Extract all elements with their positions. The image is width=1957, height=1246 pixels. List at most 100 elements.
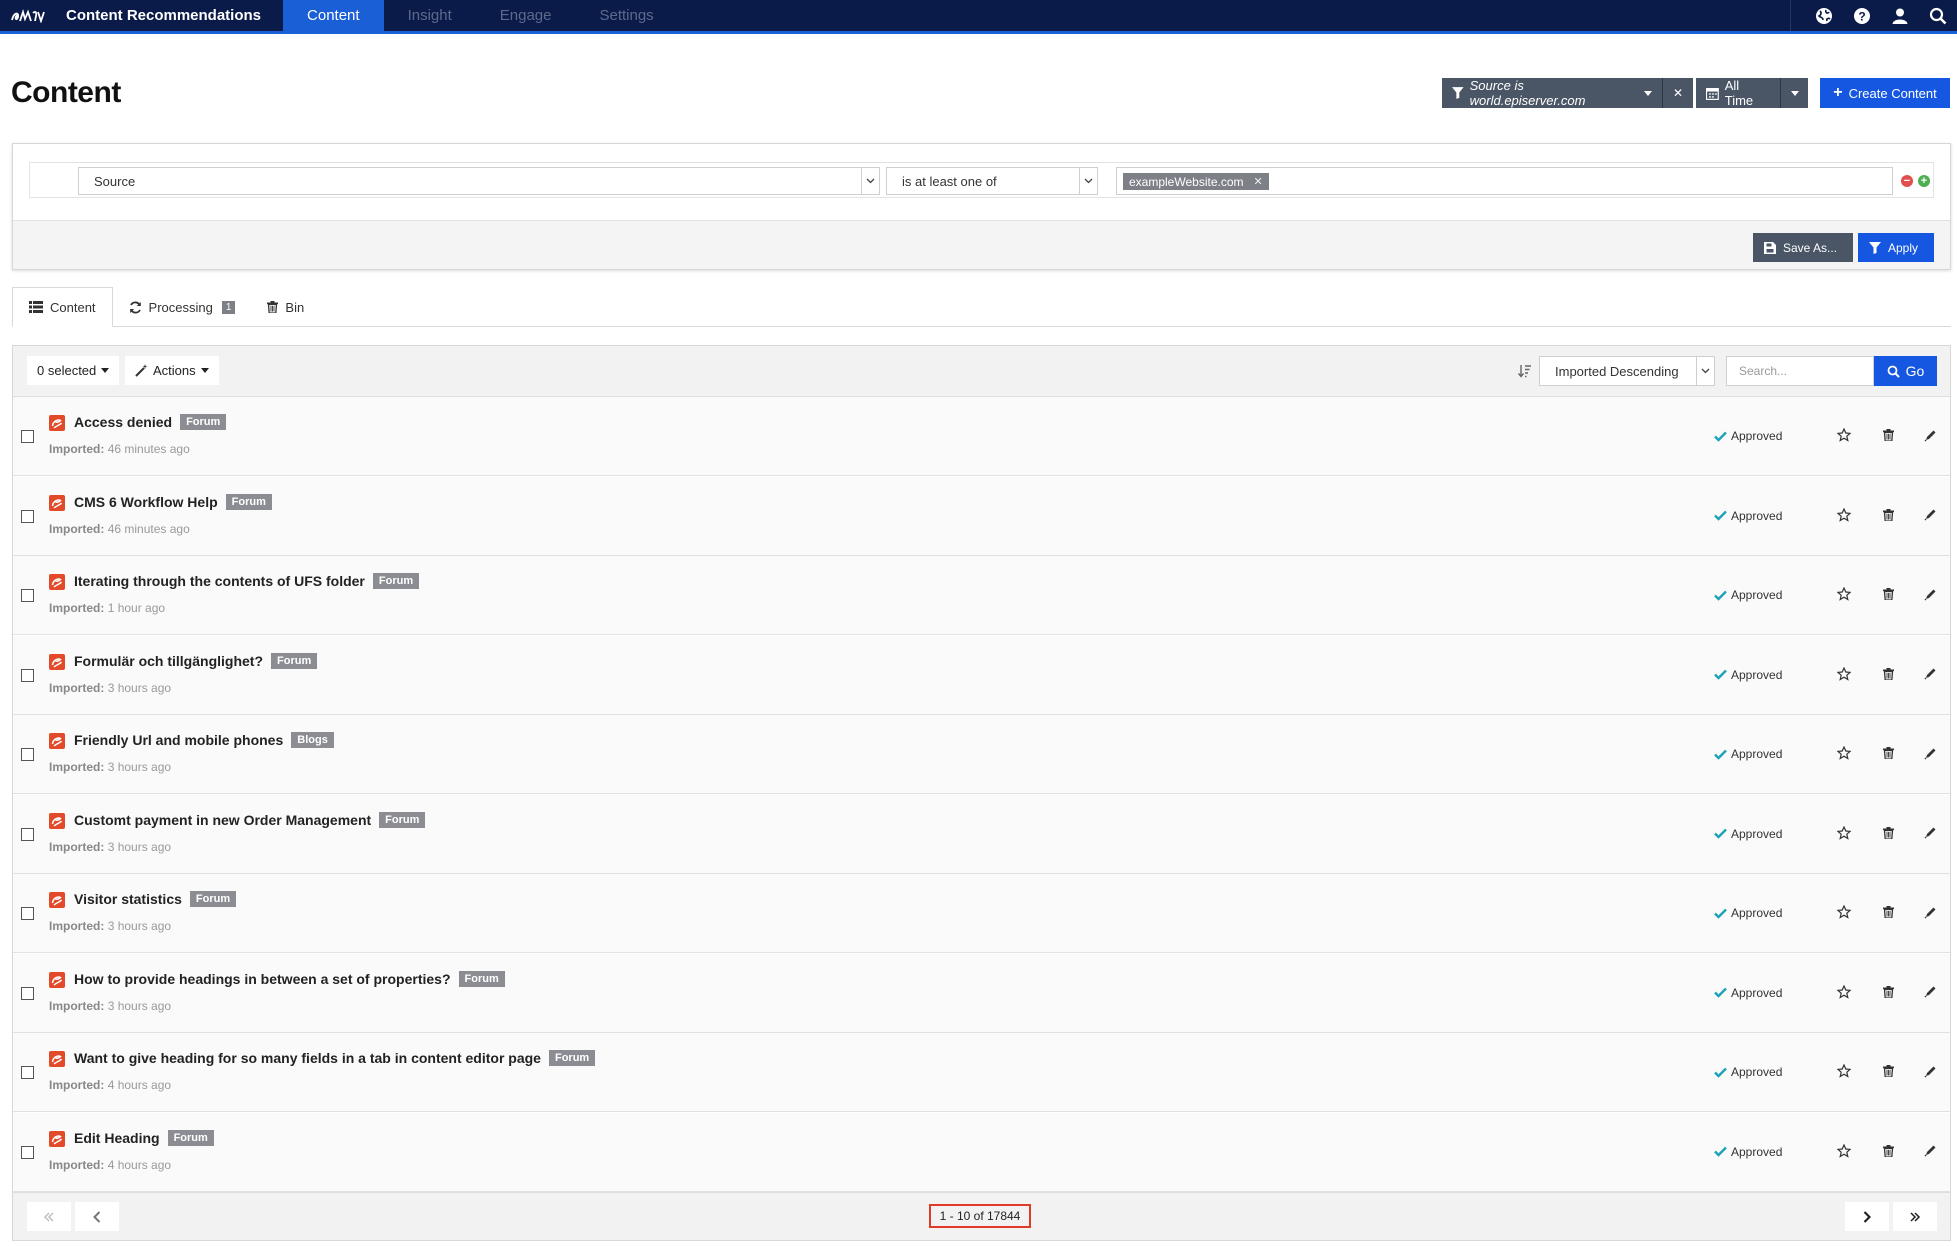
content-row[interactable]: CMS 6 Workflow Help Forum Imported: 46 m… <box>13 476 1950 556</box>
content-title[interactable]: Want to give heading for so many fields … <box>74 1050 596 1066</box>
tab-bin[interactable]: Bin <box>251 287 320 327</box>
row-checkbox[interactable] <box>21 1145 34 1159</box>
star-icon[interactable] <box>1835 983 1853 1001</box>
trash-icon[interactable] <box>1879 506 1897 524</box>
trash-icon[interactable] <box>1879 585 1897 603</box>
edit-pencil-icon[interactable] <box>1921 1062 1939 1080</box>
filter-operator-select[interactable]: is at least one of <box>886 167 1098 195</box>
filter-field-select[interactable]: Source <box>78 167 880 195</box>
content-title[interactable]: How to provide headings in between a set… <box>74 970 505 987</box>
user-icon[interactable] <box>1881 0 1919 31</box>
search-input[interactable] <box>1726 356 1874 386</box>
go-button[interactable]: Go <box>1874 356 1937 386</box>
edit-pencil-icon[interactable] <box>1921 665 1939 683</box>
remove-chip-icon[interactable]: ✕ <box>1254 175 1263 188</box>
edit-pencil-icon[interactable] <box>1921 903 1939 921</box>
clear-source-filter-button[interactable]: ✕ <box>1663 78 1693 108</box>
sort-select[interactable]: Imported Descending <box>1539 356 1715 386</box>
trash-icon[interactable] <box>1879 824 1897 842</box>
star-icon[interactable] <box>1835 903 1853 921</box>
star-icon[interactable] <box>1835 585 1853 603</box>
source-filter-dropdown[interactable]: Source is world.episerver.com <box>1442 78 1662 108</box>
previous-page-button[interactable] <box>75 1202 119 1231</box>
row-checkbox[interactable] <box>21 430 34 443</box>
apply-button[interactable]: Apply <box>1858 233 1934 262</box>
add-rule-icon[interactable]: + <box>1918 175 1930 187</box>
star-icon[interactable] <box>1835 665 1853 683</box>
date-range-toggle[interactable] <box>1781 78 1808 108</box>
nav-tab-settings[interactable]: Settings <box>575 0 677 31</box>
date-range-button[interactable]: All Time <box>1696 78 1808 108</box>
content-title[interactable]: Edit Heading Forum <box>74 1129 214 1146</box>
last-page-button[interactable] <box>1893 1202 1937 1231</box>
content-row[interactable]: Customt payment in new Order Management … <box>13 794 1950 874</box>
edit-pencil-icon[interactable] <box>1921 824 1939 842</box>
row-checkbox[interactable] <box>21 1066 34 1079</box>
trash-icon[interactable] <box>1879 983 1897 1001</box>
trash-icon[interactable] <box>1879 1142 1897 1160</box>
edit-pencil-icon[interactable] <box>1921 426 1939 444</box>
row-checkbox[interactable] <box>21 509 34 523</box>
sort-order-icon[interactable] <box>1517 364 1532 383</box>
nav-tab-engage[interactable]: Engage <box>476 0 576 31</box>
selection-dropdown[interactable]: 0 selected <box>27 356 120 385</box>
row-checkbox[interactable] <box>21 668 34 682</box>
star-icon[interactable] <box>1835 1062 1853 1080</box>
star-icon[interactable] <box>1835 1142 1853 1160</box>
edit-pencil-icon[interactable] <box>1921 744 1939 762</box>
filter-values-input[interactable]: exampleWebsite.com ✕ <box>1116 167 1893 195</box>
row-checkbox[interactable] <box>21 748 34 761</box>
remove-rule-icon[interactable]: − <box>1901 175 1913 187</box>
row-checkbox[interactable] <box>21 907 34 920</box>
filter-value-chip: exampleWebsite.com ✕ <box>1123 173 1269 190</box>
content-row[interactable]: Visitor statistics Forum Imported: 3 hou… <box>13 874 1950 953</box>
category-badge: Forum <box>458 970 505 987</box>
actions-dropdown[interactable]: Actions <box>125 356 219 385</box>
content-title[interactable]: Customt payment in new Order Management … <box>74 811 426 828</box>
chevron-left-icon <box>93 1210 101 1223</box>
row-checkbox[interactable] <box>21 589 34 602</box>
content-title[interactable]: Iterating through the contents of UFS fo… <box>74 573 420 589</box>
create-content-button[interactable]: + Create Content <box>1820 78 1950 108</box>
content-title[interactable]: Friendly Url and mobile phones Blogs <box>74 732 334 748</box>
row-checkbox[interactable] <box>21 986 34 1000</box>
content-row[interactable]: How to provide headings in between a set… <box>13 953 1950 1033</box>
trash-icon[interactable] <box>1879 744 1897 762</box>
content-title[interactable]: CMS 6 Workflow Help Forum <box>74 493 272 510</box>
tab-processing[interactable]: Processing 1 <box>113 287 252 327</box>
edit-pencil-icon[interactable] <box>1921 1142 1939 1160</box>
content-row[interactable]: Edit Heading Forum Imported: 4 hours ago… <box>13 1112 1950 1192</box>
content-title[interactable]: Formulär och tillgänglighet? Forum <box>74 652 318 669</box>
star-icon[interactable] <box>1835 824 1853 842</box>
content-row[interactable]: Friendly Url and mobile phones Blogs Imp… <box>13 715 1950 794</box>
content-title[interactable]: Visitor statistics Forum <box>74 891 237 907</box>
save-as-button[interactable]: Save As... <box>1753 233 1853 262</box>
help-icon[interactable]: ? <box>1843 0 1881 31</box>
trash-icon[interactable] <box>1879 426 1897 444</box>
globe-icon[interactable] <box>1805 0 1843 31</box>
first-page-button[interactable] <box>27 1202 71 1231</box>
star-icon[interactable] <box>1835 426 1853 444</box>
search-icon[interactable] <box>1919 0 1957 31</box>
next-page-button[interactable] <box>1845 1202 1889 1231</box>
date-range-dropdown[interactable]: All Time <box>1696 78 1780 108</box>
content-row[interactable]: Want to give heading for so many fields … <box>13 1033 1950 1112</box>
trash-icon[interactable] <box>1879 665 1897 683</box>
row-checkbox[interactable] <box>21 827 34 841</box>
source-filter-button[interactable]: Source is world.episerver.com ✕ <box>1442 78 1693 108</box>
edit-pencil-icon[interactable] <box>1921 506 1939 524</box>
trash-icon[interactable] <box>1879 1062 1897 1080</box>
episerver-logo[interactable] <box>0 0 58 31</box>
star-icon[interactable] <box>1835 744 1853 762</box>
nav-tab-content[interactable]: Content <box>283 0 384 31</box>
content-title[interactable]: Access denied Forum <box>74 414 227 430</box>
content-row[interactable]: Formulär och tillgänglighet? Forum Impor… <box>13 635 1950 715</box>
content-row[interactable]: Access denied Forum Imported: 46 minutes… <box>13 397 1950 476</box>
content-row[interactable]: Iterating through the contents of UFS fo… <box>13 556 1950 635</box>
nav-tab-insight[interactable]: Insight <box>384 0 476 31</box>
tab-content[interactable]: Content <box>12 287 113 327</box>
edit-pencil-icon[interactable] <box>1921 983 1939 1001</box>
star-icon[interactable] <box>1835 506 1853 524</box>
trash-icon[interactable] <box>1879 903 1897 921</box>
edit-pencil-icon[interactable] <box>1921 585 1939 603</box>
